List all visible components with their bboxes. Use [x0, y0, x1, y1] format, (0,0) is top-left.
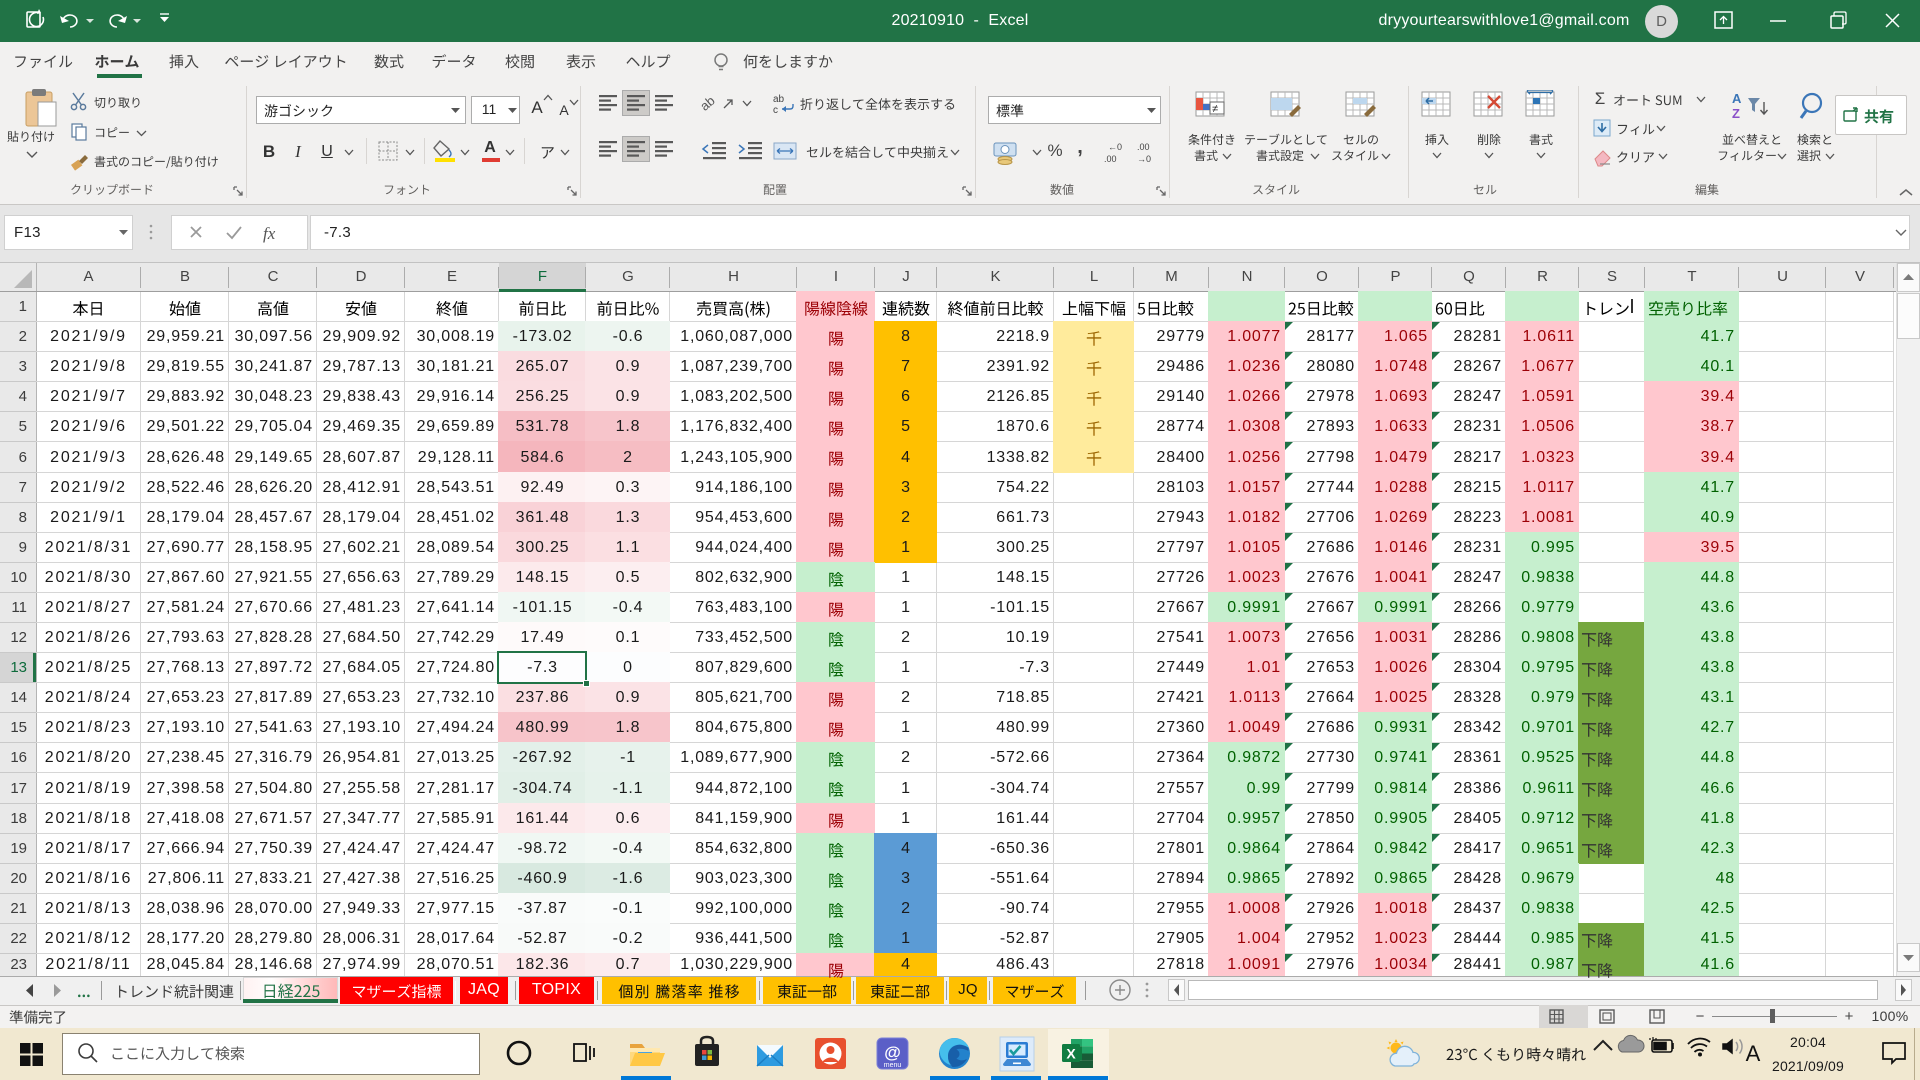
svg-text:≠: ≠	[1212, 103, 1218, 115]
svg-text:.00: .00	[1104, 154, 1117, 164]
svg-text:A: A	[1732, 91, 1742, 106]
svg-text:fx: fx	[263, 224, 276, 243]
svg-text:c: c	[773, 105, 778, 116]
svg-text:←0: ←0	[1108, 142, 1122, 152]
svg-text:X: X	[1066, 1046, 1076, 1062]
svg-text:ab: ab	[773, 94, 785, 105]
svg-text:Z: Z	[1732, 106, 1740, 121]
svg-text:→0: →0	[1137, 154, 1151, 164]
svg-text:ab: ab	[700, 93, 718, 114]
svg-text:.00: .00	[1137, 142, 1150, 152]
svg-text:menu: menu	[884, 1062, 902, 1069]
svg-text:@: @	[884, 1043, 901, 1062]
